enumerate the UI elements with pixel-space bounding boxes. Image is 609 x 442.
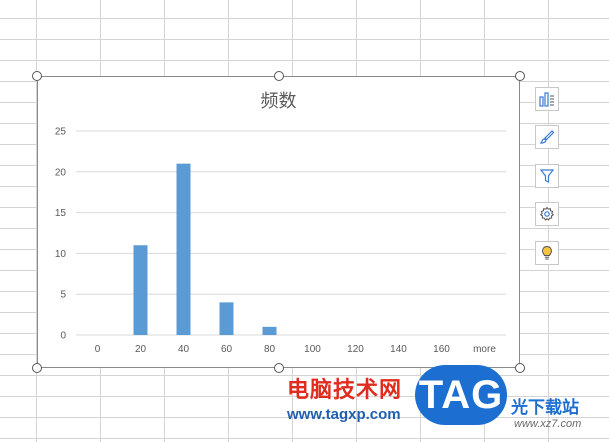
resize-handle-bottom-right[interactable] (515, 363, 525, 373)
resize-handle-bottom-left[interactable] (32, 363, 42, 373)
bar-60[interactable] (219, 302, 234, 335)
x-tick-label: 140 (390, 344, 407, 355)
x-tick-label: 100 (304, 344, 321, 355)
x-tick-label: 80 (264, 344, 276, 355)
x-tick-label: 20 (135, 344, 147, 355)
histogram-chart: 0 5 10 15 20 25 0 20 40 60 80 100 120 140 160 more (55, 127, 506, 355)
watermark-url-2: www.xz7.com (514, 418, 582, 430)
y-tick-label: 0 (60, 331, 66, 342)
watermark-site-name: 电脑技术网 (287, 378, 403, 403)
resize-handle-top-left[interactable] (32, 71, 42, 81)
chart-settings-icon (539, 206, 555, 221)
chart-styles-button[interactable] (535, 125, 559, 149)
x-tick-label: 0 (95, 344, 101, 355)
y-tick-label: 25 (55, 127, 67, 138)
x-tick-label: 160 (433, 344, 450, 355)
x-tick-label: more (473, 344, 496, 355)
chart-filter-icon (539, 169, 555, 183)
resize-handle-bottom-center[interactable] (274, 363, 284, 373)
chart-tips-icon (541, 245, 553, 260)
resize-handle-top-right[interactable] (515, 71, 525, 81)
x-tick-label: 60 (221, 344, 233, 355)
chart-elements-icon (539, 92, 554, 107)
x-tick-label: 120 (347, 344, 364, 355)
chart-tips-button[interactable] (535, 241, 559, 265)
watermark-url: www.tagxp.com (287, 406, 401, 423)
chart-filter-button[interactable] (535, 164, 559, 188)
y-tick-label: 5 (60, 290, 66, 301)
bar-20[interactable] (133, 245, 148, 335)
bar-80[interactable] (262, 326, 277, 335)
chart-settings-button[interactable] (535, 202, 559, 226)
chart-area[interactable]: 频数 0 5 10 15 20 25 0 20 40 60 80 100 120 140 160 more (37, 76, 520, 368)
x-tick-label: 40 (178, 344, 190, 355)
bar-40[interactable] (176, 163, 191, 335)
watermark-logo-text: TAG (418, 372, 504, 417)
resize-handle-top-center[interactable] (274, 71, 284, 81)
watermark-logo: TAG (415, 365, 507, 425)
y-tick-label: 15 (55, 208, 67, 219)
watermark-site-name-2: 光下载站 (511, 398, 579, 418)
chart-elements-button[interactable] (535, 87, 559, 111)
y-tick-label: 20 (55, 167, 67, 178)
y-tick-label: 10 (55, 249, 67, 260)
chart-styles-icon (539, 130, 555, 144)
